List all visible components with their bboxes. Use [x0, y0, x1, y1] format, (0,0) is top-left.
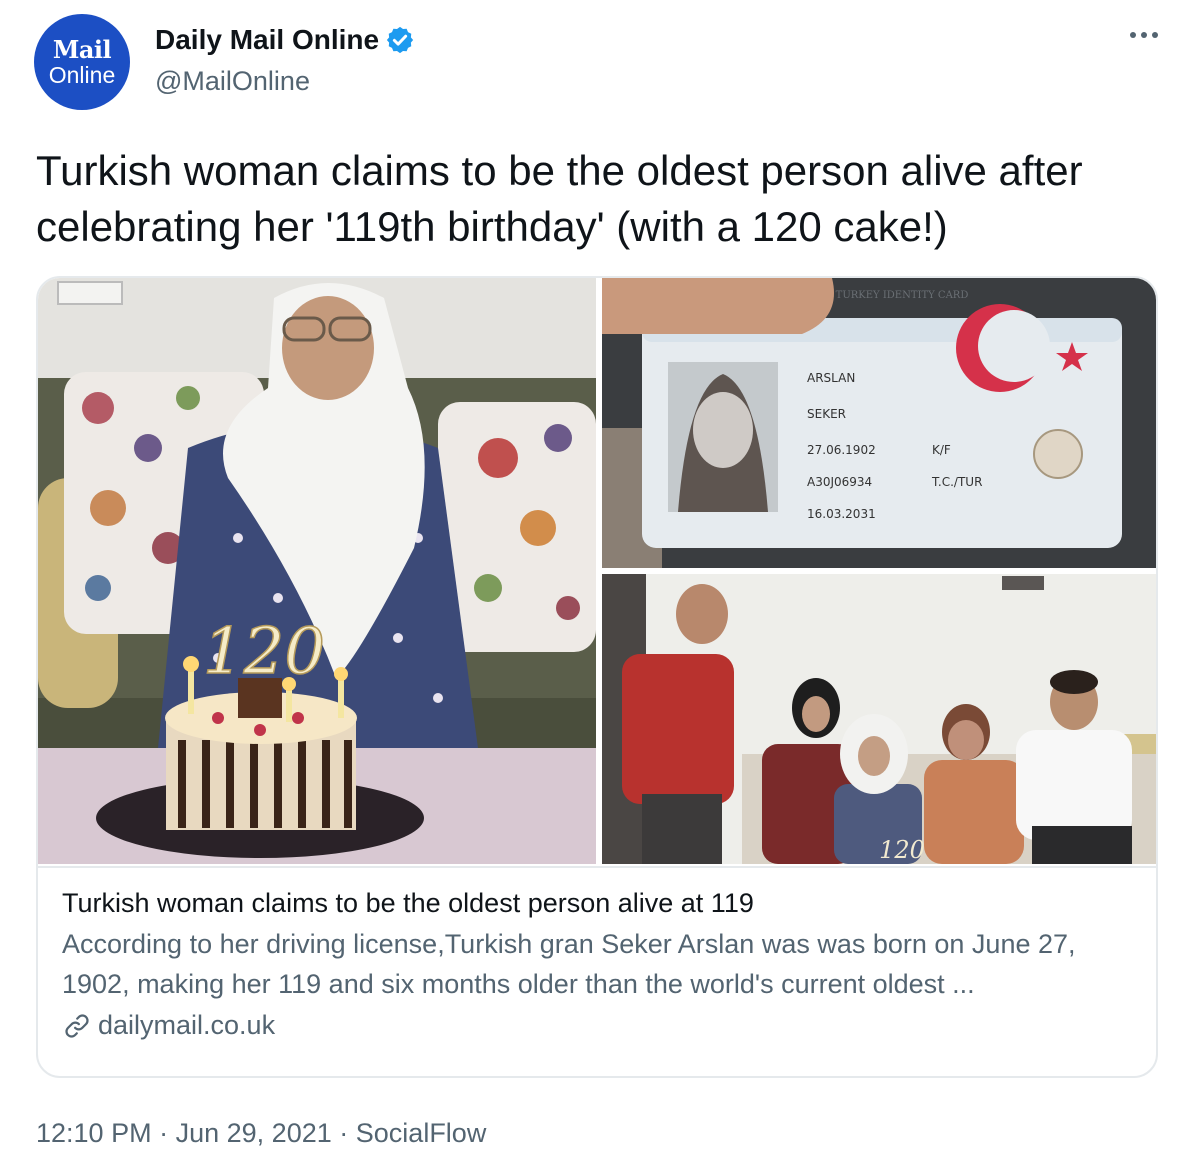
meta-separator: ·	[339, 1118, 349, 1148]
tweet-source[interactable]: SocialFlow	[356, 1118, 487, 1148]
card-media[interactable]: 120 TURKEY IDENTITY CARD ARSLAN SEKER 27…	[38, 278, 1156, 866]
photo-family[interactable]: 120	[602, 574, 1156, 864]
avatar-logo-mail: Mail	[52, 34, 112, 64]
tweet: Mail Online Daily Mail Online @MailOnlin…	[0, 0, 1200, 1156]
id-doc-number: A30J06934	[807, 475, 872, 489]
card-domain-row: dailymail.co.uk	[62, 1010, 1136, 1041]
more-dots-icon[interactable]	[1124, 20, 1164, 50]
link-icon	[62, 1011, 92, 1041]
photo-id-card[interactable]: TURKEY IDENTITY CARD ARSLAN SEKER 27.06.…	[602, 278, 1156, 568]
id-valid-until: 16.03.2031	[807, 507, 876, 521]
id-birth-date: 27.06.1902	[807, 443, 876, 457]
id-surname: ARSLAN	[807, 371, 855, 385]
cake-number-family: 120	[879, 836, 925, 864]
tweet-text: Turkish woman claims to be the oldest pe…	[36, 147, 1083, 250]
card-domain: dailymail.co.uk	[98, 1010, 276, 1040]
photo-birthday-cake[interactable]: 120	[38, 278, 596, 864]
author-name[interactable]: Daily Mail Online	[155, 24, 379, 56]
id-sex: K/F	[932, 443, 951, 457]
avatar[interactable]: Mail Online	[34, 14, 130, 110]
tweet-meta: 12:10 PM · Jun 29, 2021 · SocialFlow	[36, 1118, 486, 1149]
tweet-date[interactable]: Jun 29, 2021	[176, 1118, 332, 1148]
author-handle[interactable]: @MailOnline	[155, 66, 310, 97]
id-given-name: SEKER	[807, 407, 846, 421]
link-card[interactable]: 120 TURKEY IDENTITY CARD ARSLAN SEKER 27…	[36, 276, 1158, 1078]
meta-separator: ·	[159, 1118, 169, 1148]
verified-badge-icon	[385, 25, 415, 55]
card-title: Turkish woman claims to be the oldest pe…	[62, 888, 754, 918]
id-card-header: TURKEY IDENTITY CARD	[836, 290, 969, 301]
avatar-logo-online: Online	[48, 61, 116, 88]
id-nationality: T.C./TUR	[931, 475, 982, 489]
card-body[interactable]: Turkish woman claims to be the oldest pe…	[38, 866, 1156, 1076]
author-name-row: Daily Mail Online	[155, 24, 415, 56]
tweet-time[interactable]: 12:10 PM	[36, 1118, 152, 1148]
cake-number-left: 120	[203, 615, 325, 689]
card-description: According to her driving license,Turkish…	[62, 929, 1076, 999]
